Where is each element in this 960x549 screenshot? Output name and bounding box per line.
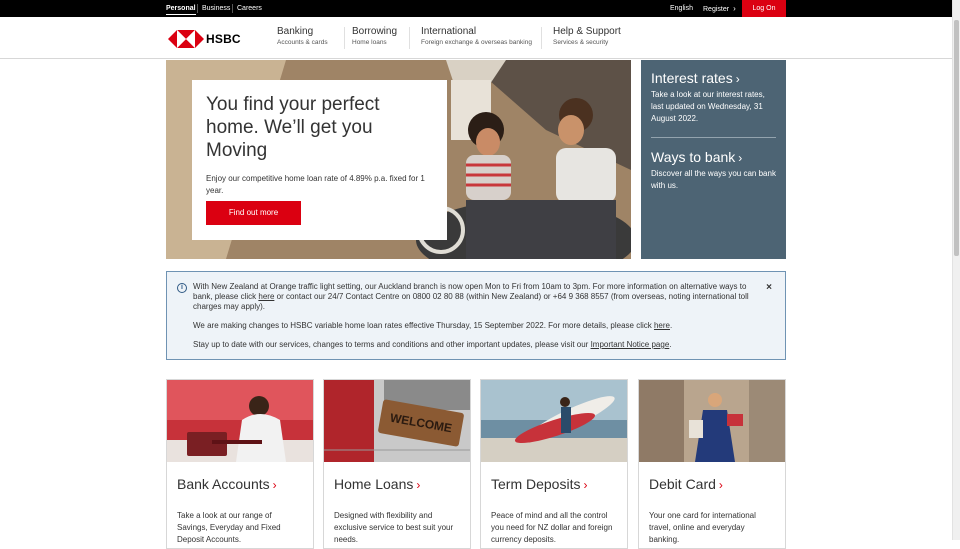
card-title-link[interactable]: Home Loans › bbox=[324, 462, 470, 492]
interest-rates-link[interactable]: Interest rates › bbox=[651, 70, 776, 86]
hero-body: Enjoy our competitive home loan rate of … bbox=[206, 174, 425, 195]
card-term-deposits[interactable]: Term Deposits › Peace of mind and all the… bbox=[480, 379, 628, 549]
notice-paragraph: Stay up to date with our services, chang… bbox=[193, 340, 759, 350]
chevron-right-icon: › bbox=[718, 478, 723, 492]
nav-banking[interactable]: Banking Accounts & cards bbox=[277, 26, 328, 46]
card-title-link[interactable]: Bank Accounts › bbox=[167, 462, 313, 492]
card-title: Bank Accounts bbox=[177, 476, 270, 492]
notice-text: . bbox=[669, 340, 672, 349]
register-link[interactable]: Register › bbox=[703, 0, 736, 17]
chevron-right-icon: › bbox=[272, 478, 277, 492]
card-debit-card[interactable]: Debit Card › Your one card for internatio… bbox=[638, 379, 786, 549]
notice-link-here[interactable]: here bbox=[258, 292, 274, 301]
nav-subtitle: Services & security bbox=[553, 39, 609, 46]
chevron-right-icon: › bbox=[735, 72, 740, 86]
card-title-link[interactable]: Debit Card › bbox=[639, 462, 785, 492]
card-title: Debit Card bbox=[649, 476, 716, 492]
divider bbox=[541, 27, 542, 49]
chevron-right-icon: › bbox=[733, 4, 736, 13]
interest-rates-title: Interest rates bbox=[651, 70, 733, 86]
scrollbar-thumb[interactable] bbox=[954, 20, 959, 256]
nav-title: International bbox=[421, 26, 477, 37]
brand-name: HSBC bbox=[206, 32, 241, 46]
card-body: Your one card for international travel, … bbox=[649, 511, 756, 544]
card-title: Home Loans bbox=[334, 476, 414, 492]
tab-personal[interactable]: Personal bbox=[166, 0, 196, 17]
chevron-right-icon: › bbox=[738, 151, 743, 165]
nav-subtitle: Accounts & cards bbox=[277, 39, 328, 46]
notice-banner: i × With New Zealand at Orange traffic l… bbox=[166, 271, 786, 360]
divider bbox=[232, 4, 233, 13]
side-panel: Interest rates › Take a look at our inter… bbox=[641, 60, 786, 259]
divider bbox=[651, 137, 776, 138]
card-body: Peace of mind and all the control you ne… bbox=[491, 511, 613, 544]
nav-subtitle: Foreign exchange & overseas banking bbox=[421, 39, 532, 46]
notice-text: We are making changes to HSBC variable h… bbox=[193, 321, 654, 330]
card-image bbox=[167, 380, 313, 462]
tab-careers[interactable]: Careers bbox=[237, 0, 262, 17]
nav-title: Banking bbox=[277, 26, 314, 37]
divider bbox=[197, 4, 198, 13]
close-icon[interactable]: × bbox=[766, 282, 772, 293]
top-bar: Personal Business Careers English Regist… bbox=[0, 0, 952, 17]
notice-text: or contact our 24/7 Contact Centre on 08… bbox=[193, 292, 749, 311]
scrollbar[interactable] bbox=[952, 0, 960, 540]
hsbc-logo[interactable]: HSBC bbox=[168, 29, 241, 49]
notice-link-here[interactable]: here bbox=[654, 321, 670, 330]
card-title: Term Deposits bbox=[491, 476, 581, 492]
card-bank-accounts[interactable]: Bank Accounts › Take a look at our range … bbox=[166, 379, 314, 549]
hero-card: You find your perfect home. We’ll get yo… bbox=[192, 80, 447, 240]
important-notice-link[interactable]: Important Notice page bbox=[591, 340, 670, 349]
notice-text: . bbox=[670, 321, 673, 330]
card-body: Designed with flexibility and exclusive … bbox=[334, 511, 454, 544]
hero-heading: You find your perfect home. We’ll get yo… bbox=[206, 94, 380, 161]
notice-paragraph: We are making changes to HSBC variable h… bbox=[193, 321, 759, 331]
divider bbox=[344, 27, 345, 49]
hexagon-logo-icon bbox=[168, 30, 204, 48]
card-body: Take a look at our range of Savings, Eve… bbox=[177, 511, 281, 544]
notice-paragraph: With New Zealand at Orange traffic light… bbox=[193, 282, 759, 312]
interest-rates-body: Take a look at our interest rates, last … bbox=[651, 90, 765, 123]
log-on-button[interactable]: Log On bbox=[742, 0, 786, 17]
language-selector[interactable]: English bbox=[670, 0, 693, 17]
notice-text: Stay up to date with our services, chang… bbox=[193, 340, 591, 349]
divider bbox=[409, 27, 410, 49]
card-image: WELCOME bbox=[324, 380, 470, 462]
nav-international[interactable]: International Foreign exchange & oversea… bbox=[421, 26, 532, 46]
main-nav: HSBC Banking Accounts & cards Borrowing … bbox=[0, 17, 952, 59]
nav-help-support[interactable]: Help & Support Services & security bbox=[553, 26, 621, 46]
card-title-link[interactable]: Term Deposits › bbox=[481, 462, 627, 492]
nav-subtitle: Home loans bbox=[352, 39, 387, 46]
card-image bbox=[639, 380, 785, 462]
info-icon: i bbox=[177, 283, 187, 293]
chevron-right-icon: › bbox=[583, 478, 588, 492]
tab-business[interactable]: Business bbox=[202, 0, 230, 17]
card-image bbox=[481, 380, 627, 462]
register-label: Register bbox=[703, 6, 730, 13]
ways-to-bank-title: Ways to bank bbox=[651, 149, 736, 165]
ways-to-bank-link[interactable]: Ways to bank › bbox=[651, 149, 776, 165]
nav-title: Help & Support bbox=[553, 26, 621, 37]
card-home-loans[interactable]: WELCOME Home Loans › Designed with flexib… bbox=[323, 379, 471, 549]
find-out-more-button[interactable]: Find out more bbox=[206, 201, 301, 225]
nav-title: Borrowing bbox=[352, 26, 398, 37]
nav-borrowing[interactable]: Borrowing Home loans bbox=[352, 26, 397, 46]
ways-to-bank-body: Discover all the ways you can bank with … bbox=[651, 169, 776, 190]
chevron-right-icon: › bbox=[416, 478, 421, 492]
